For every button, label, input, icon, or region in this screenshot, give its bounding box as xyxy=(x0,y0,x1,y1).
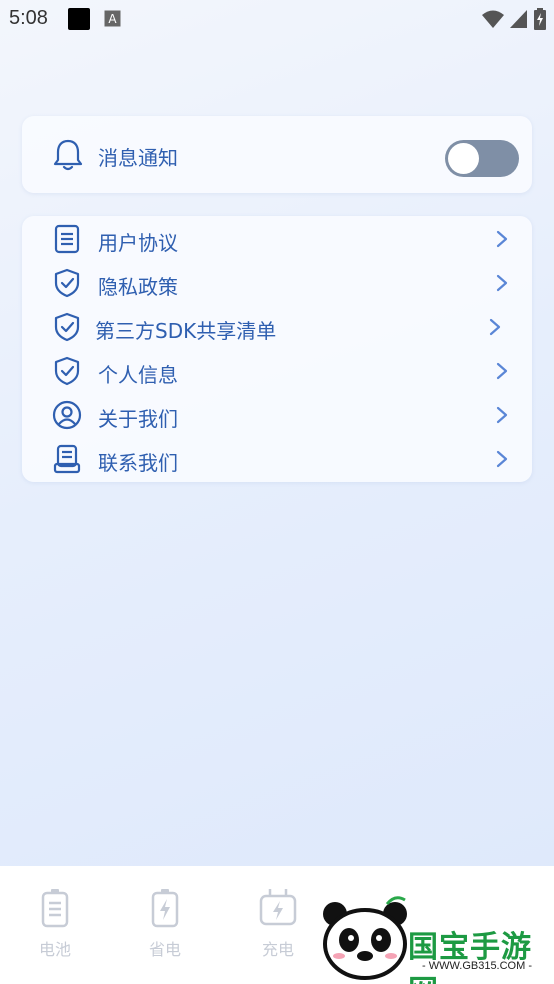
watermark-url: - WWW.GB315.COM - xyxy=(422,960,532,972)
chevron-right-icon xyxy=(489,318,501,336)
notification-row: 消息通知 xyxy=(22,116,532,193)
status-bar: 5:08 A xyxy=(0,0,554,38)
charging-icon xyxy=(259,889,297,926)
menu-item-label: 第三方SDK共享清单 xyxy=(95,319,277,343)
menu-item-label: 联系我们 xyxy=(98,451,178,475)
notification-card: 消息通知 xyxy=(22,116,532,193)
battery-tab-icon xyxy=(41,889,69,928)
bell-icon xyxy=(53,139,83,171)
tab-power-save[interactable]: 省电 xyxy=(125,888,205,968)
chevron-right-icon xyxy=(496,230,508,248)
menu-item-label: 用户协议 xyxy=(98,231,178,255)
tab-label: 电池 xyxy=(38,940,71,959)
settings-menu-card: 用户协议 隐私政策 第三方SDK共享清单 个人信息 关于我们 联系我们 xyxy=(22,216,532,482)
battery-icon xyxy=(534,8,546,30)
status-time: 5:08 xyxy=(9,7,48,29)
watermark-title: 国宝手游网 xyxy=(408,930,532,984)
signal-icon xyxy=(510,10,527,28)
toggle-knob xyxy=(448,143,479,174)
menu-item-contact-us[interactable]: 联系我们 xyxy=(22,437,532,481)
notification-label: 消息通知 xyxy=(98,146,178,170)
tab-battery[interactable]: 电池 xyxy=(15,888,95,968)
contact-icon xyxy=(53,444,81,474)
chevron-right-icon xyxy=(496,362,508,380)
panda-mascot-icon xyxy=(323,896,407,980)
a-keyboard-icon: A xyxy=(104,10,121,27)
wifi-icon xyxy=(482,10,504,28)
document-icon xyxy=(54,224,80,254)
menu-item-label: 隐私政策 xyxy=(98,275,178,299)
menu-item-about-us[interactable]: 关于我们 xyxy=(22,393,532,437)
chevron-right-icon xyxy=(496,274,508,292)
black-square-icon xyxy=(68,8,90,30)
svg-text:A: A xyxy=(108,12,117,26)
menu-item-personal-info[interactable]: 个人信息 xyxy=(22,349,532,393)
power-save-icon xyxy=(151,889,179,928)
chevron-right-icon xyxy=(496,406,508,424)
menu-item-label: 关于我们 xyxy=(98,407,178,431)
shield-check-icon xyxy=(54,268,80,298)
menu-item-label: 个人信息 xyxy=(98,363,178,387)
tab-label: 省电 xyxy=(148,940,181,959)
menu-item-privacy-policy[interactable]: 隐私政策 xyxy=(22,261,532,305)
menu-item-user-agreement[interactable]: 用户协议 xyxy=(22,217,532,261)
watermark-logo: 国宝手游网 - WWW.GB315.COM - xyxy=(305,890,554,984)
menu-item-third-party-sdk[interactable]: 第三方SDK共享清单 xyxy=(22,305,532,349)
chevron-right-icon xyxy=(496,450,508,468)
notification-toggle[interactable] xyxy=(445,140,519,177)
shield-check-icon xyxy=(54,312,80,342)
shield-check-icon xyxy=(54,356,80,386)
user-circle-icon xyxy=(52,400,82,430)
